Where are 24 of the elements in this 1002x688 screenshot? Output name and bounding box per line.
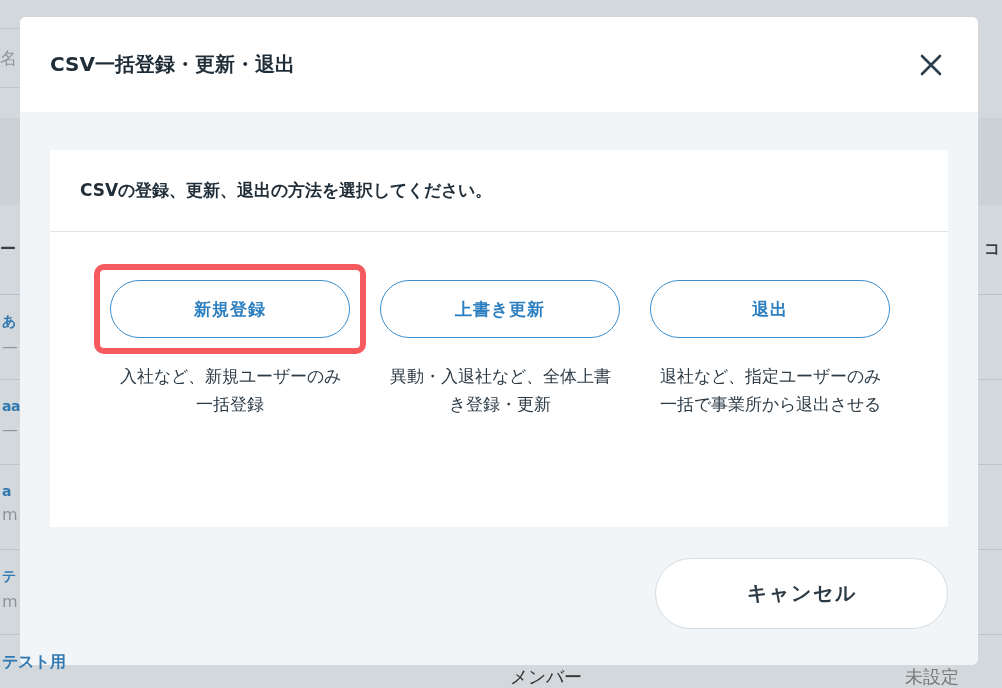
column-header: ー	[0, 239, 16, 260]
option-button[interactable]: 上書き更新	[380, 280, 620, 338]
user-name-link[interactable]: テスト用	[2, 652, 66, 673]
user-subtext: m	[2, 592, 18, 611]
cancel-button[interactable]: キャンセル	[655, 558, 948, 629]
user-subtext: —	[2, 420, 19, 439]
user-subtext: —	[2, 337, 18, 356]
status-cell: 未設定	[905, 665, 959, 688]
close-icon[interactable]	[920, 53, 942, 76]
option-description: 入社など、新規ユーザーのみ一括登録	[118, 365, 342, 416]
role-cell: メンバー	[510, 665, 582, 688]
user-name-link[interactable]: あ	[2, 313, 18, 331]
option-button[interactable]: 新規登録	[110, 280, 350, 338]
dialog-title: CSV一括登録・更新・退出	[50, 51, 295, 78]
option-button[interactable]: 退出	[650, 280, 890, 338]
user-subtext: m	[2, 505, 18, 524]
user-name-link[interactable]: テ	[2, 568, 18, 586]
column-header: コ	[984, 239, 1000, 260]
option-description: 退社など、指定ユーザーのみ一括で事業所から退出させる	[658, 365, 882, 416]
user-name-link[interactable]: aa	[2, 398, 20, 414]
search-field[interactable]: 名	[0, 28, 19, 88]
option-description: 異動・入退社など、全体上書き登録・更新	[388, 365, 612, 416]
user-name-link[interactable]: a	[2, 483, 18, 499]
instruction-text: CSVの登録、更新、退出の方法を選択してください。	[80, 179, 493, 202]
